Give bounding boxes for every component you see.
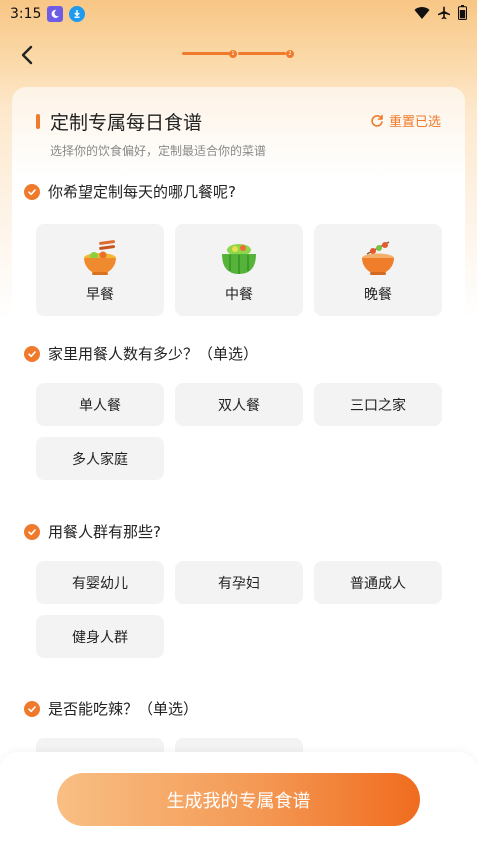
- progress-step-1: 1: [229, 50, 237, 58]
- meal-option-dinner[interactable]: 晚餐: [314, 224, 442, 316]
- breakfast-bowl-icon: [84, 240, 116, 275]
- question-meals: 你希望定制每天的哪几餐呢?: [24, 181, 236, 202]
- option-couple[interactable]: 双人餐: [175, 383, 303, 426]
- moon-app-icon: [47, 6, 64, 22]
- reset-label: 重置已选: [388, 115, 441, 130]
- back-button[interactable]: [14, 42, 40, 68]
- battery-icon: [458, 5, 467, 24]
- meal-label: 早餐: [86, 287, 114, 303]
- progress-bar-1: [182, 52, 230, 55]
- status-bar: 3:15: [0, 0, 477, 28]
- refresh-icon: [371, 114, 383, 127]
- checkmark-icon: [24, 700, 40, 717]
- option-family-of-three[interactable]: 三口之家: [314, 383, 442, 426]
- option-pregnant[interactable]: 有孕妇: [175, 561, 303, 604]
- option-large-family[interactable]: 多人家庭: [36, 437, 164, 480]
- question-spicy: 是否能吃辣？（单选）: [24, 698, 198, 719]
- question-diners: 家里用餐人数有多少？（单选）: [24, 343, 258, 364]
- checkmark-icon: [24, 523, 40, 540]
- wifi-icon: [414, 5, 430, 24]
- checkmark-icon: [24, 183, 40, 200]
- question-diner-groups: 用餐人群有那些?: [24, 521, 161, 542]
- dinner-bowl-icon: [362, 241, 394, 275]
- bottom-action-panel: 生成我的专属食谱: [0, 752, 477, 848]
- progress-bar-2: [238, 52, 286, 55]
- step-progress: 1 2: [182, 48, 296, 60]
- question-text: 你希望定制每天的哪几餐呢?: [48, 183, 236, 201]
- meal-label: 中餐: [225, 287, 253, 303]
- title-accent-bar: [36, 114, 40, 129]
- chevron-left-icon: [21, 45, 33, 65]
- question-text: 用餐人群有那些?: [48, 523, 161, 541]
- meal-label: 晚餐: [364, 287, 392, 303]
- generate-recipe-button[interactable]: 生成我的专属食谱: [57, 773, 420, 826]
- meal-option-breakfast[interactable]: 早餐: [36, 224, 164, 316]
- question-text: 是否能吃辣？（单选）: [48, 700, 199, 718]
- page-subtitle: 选择你的饮食偏好，定制最适合你的菜谱: [50, 144, 267, 158]
- option-single[interactable]: 单人餐: [36, 383, 164, 426]
- lunch-bowl-icon: [222, 244, 256, 274]
- meal-option-lunch[interactable]: 中餐: [175, 224, 303, 316]
- download-app-icon: [69, 6, 86, 22]
- airplane-icon: [437, 5, 451, 24]
- reset-selection-button[interactable]: 重置已选: [370, 111, 441, 130]
- progress-step-2: 2: [286, 50, 294, 58]
- option-fitness[interactable]: 健身人群: [36, 615, 164, 658]
- page-title: 定制专属每日食谱: [50, 112, 203, 134]
- checkmark-icon: [24, 345, 40, 362]
- status-time: 3:15: [10, 6, 42, 22]
- question-text: 家里用餐人数有多少？（单选）: [48, 345, 259, 363]
- option-adults[interactable]: 普通成人: [314, 561, 442, 604]
- nav-bar: 1 2: [0, 38, 477, 72]
- option-infants[interactable]: 有婴幼儿: [36, 561, 164, 604]
